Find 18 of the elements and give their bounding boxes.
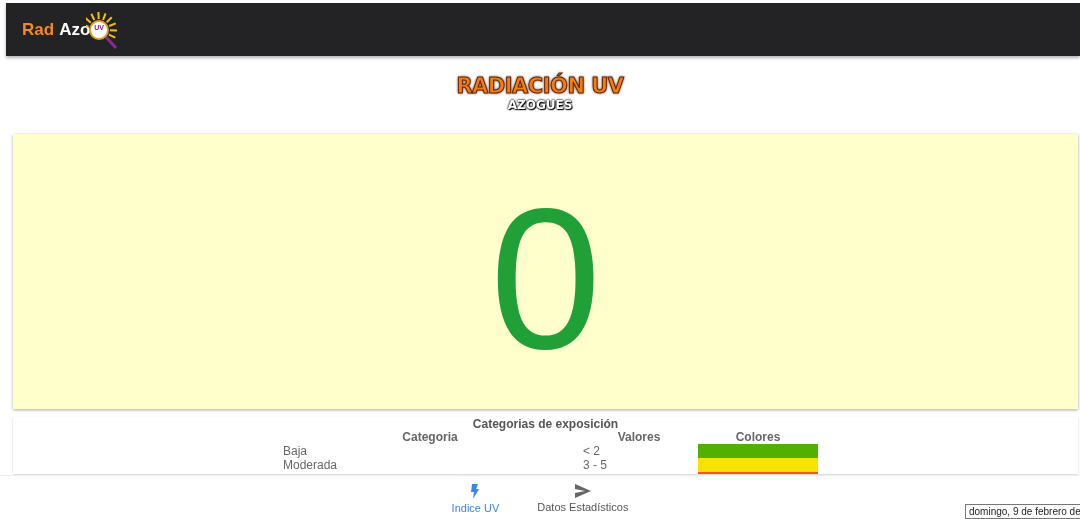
nav-tab[interactable]: Datos Estadísticos (525, 484, 641, 519)
column-header: Colores (734, 431, 782, 444)
table-cell-text: Moderada (282, 458, 339, 472)
table-cell-text: Baja (282, 444, 309, 458)
page-subtitle: AZOGUES (507, 98, 573, 112)
uv-index-value: 0 (489, 178, 602, 379)
column-header: Categoria (401, 431, 459, 444)
send-icon (574, 484, 591, 498)
date-display: domingo, 9 de febrero de (965, 504, 1080, 519)
lightning-bolt-icon (470, 484, 481, 499)
page-title: RADIACIÓN UV (456, 74, 624, 98)
table-cell-text: 3 - 5 (582, 458, 608, 472)
logo-text: Azo (59, 19, 91, 40)
nav-tab[interactable]: Indice UV (439, 484, 512, 519)
logo-text: Rad (22, 19, 55, 40)
table-cell-text: < 2 (582, 444, 601, 458)
table-title: Categorias de exposición (471, 417, 620, 431)
column-header: Valores (617, 431, 662, 444)
